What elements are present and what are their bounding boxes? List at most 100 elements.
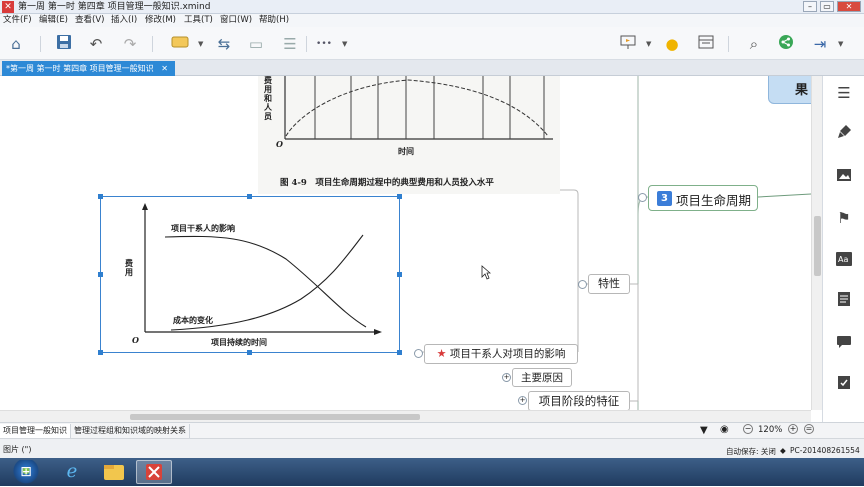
collapse-toggle[interactable] — [414, 349, 423, 358]
phase-feature-topic-node[interactable]: 项目阶段的特征 — [528, 391, 630, 410]
export-dropdown-icon[interactable]: ▼ — [838, 40, 846, 48]
zoom-out-icon[interactable]: − — [743, 424, 753, 434]
more-dropdown-icon[interactable]: ▼ — [342, 40, 350, 48]
resize-handle[interactable] — [397, 350, 402, 355]
relationship-icon[interactable]: ⇆ — [214, 34, 234, 54]
menu-view[interactable]: 查看(V) — [75, 15, 104, 26]
upper-figure-origin: O — [276, 139, 283, 149]
toolbar-separator — [152, 36, 153, 52]
resize-handle[interactable] — [98, 194, 103, 199]
menu-insert[interactable]: 插入(I) — [111, 15, 137, 26]
format-icon[interactable] — [833, 124, 855, 146]
sheet-tab-process-mapping[interactable]: 管理过程组和知识域的映射关系 — [71, 424, 190, 438]
more-icon[interactable]: ••• — [314, 34, 334, 54]
expand-toggle[interactable]: + — [502, 373, 511, 382]
resize-handle[interactable] — [247, 350, 252, 355]
document-tab[interactable]: *第一周 第一时 第四章 项目管理一般知识 ✕ — [2, 61, 175, 76]
series-label-cost: 成本的变化 — [173, 315, 213, 325]
task-icon[interactable] — [833, 374, 855, 396]
svg-text:Aa: Aa — [838, 255, 848, 264]
maximize-button[interactable]: ▭ — [820, 1, 834, 12]
resize-handle[interactable] — [397, 272, 402, 277]
save-icon[interactable] — [54, 34, 74, 54]
zoom-in-icon[interactable]: + — [788, 424, 798, 434]
font-icon[interactable]: Aa — [833, 250, 855, 272]
upper-figure-ylabel: 费用和人员 — [264, 76, 272, 121]
fit-map-icon[interactable]: = — [804, 424, 814, 434]
feature-topic-node[interactable]: 特性 — [588, 274, 630, 294]
upper-figure-xlabel: 时间 — [398, 146, 414, 156]
menu-bar: 文件(F) 编辑(E) 查看(V) 插入(I) 修改(M) 工具(T) 窗口(W… — [0, 14, 864, 27]
series-label-stakeholder: 项目干系人的影响 — [171, 223, 235, 233]
main-reason-topic-node[interactable]: 主要原因 — [512, 368, 572, 387]
home-icon[interactable]: ⌂ — [6, 34, 26, 54]
lifecycle-cost-figure-image[interactable]: 费用和人员 O 时间 图 4-9 项目生命周期过程中的典型费用和人员投入水平 — [258, 76, 560, 194]
lifecycle-topic-node[interactable]: 3 项目生命周期 — [648, 185, 758, 211]
export-icon[interactable]: ⇥ — [810, 34, 830, 54]
autosave-status[interactable]: 自动保存: 关闭 — [726, 446, 776, 457]
resize-handle[interactable] — [397, 194, 402, 199]
selected-figure-ylabel: 费用 — [125, 258, 133, 277]
filter-icon[interactable]: ▼ — [700, 425, 708, 436]
boundary-icon[interactable]: ▭ — [246, 34, 266, 54]
menu-window[interactable]: 窗口(W) — [220, 15, 252, 26]
selected-figure-xlabel: 项目持续的时间 — [211, 337, 267, 347]
summary-icon[interactable]: ☰ — [280, 34, 300, 54]
sheet-tab-general-knowledge[interactable]: 项目管理一般知识 — [0, 424, 71, 438]
xmind-taskbar-icon[interactable] — [136, 460, 172, 484]
layout-icon[interactable] — [696, 34, 716, 54]
vertical-scrollbar[interactable] — [811, 76, 822, 410]
search-icon[interactable]: ⌕ — [744, 34, 764, 54]
notes-icon[interactable] — [833, 291, 855, 313]
share-icon[interactable] — [776, 34, 796, 54]
present-dropdown-icon[interactable]: ▼ — [646, 40, 654, 48]
file-explorer-icon[interactable] — [96, 460, 132, 484]
topic-dropdown-icon[interactable]: ▼ — [198, 40, 206, 48]
toolbar-separator — [728, 36, 729, 52]
topic-icon[interactable] — [170, 34, 190, 54]
minimize-button[interactable]: – — [803, 1, 817, 12]
internet-explorer-icon[interactable]: ℯ — [54, 460, 90, 484]
status-bar: 图片 (") 自动保存: 关闭 ◆ PC-201408261554 — [0, 438, 864, 458]
horizontal-scrollbar[interactable] — [0, 410, 811, 422]
resize-handle[interactable] — [247, 194, 252, 199]
vertical-scroll-thumb[interactable] — [814, 216, 821, 276]
undo-icon[interactable]: ↶ — [86, 34, 106, 54]
menu-modify[interactable]: 修改(M) — [145, 15, 176, 26]
stakeholder-topic-node[interactable]: ★ 项目干系人对项目的影响 — [424, 344, 578, 364]
mindmap-canvas[interactable]: 费用和人员 O 时间 图 4-9 项目生命周期过程中的典型费用和人员投入水平 项… — [0, 76, 822, 410]
user-name: PC-201408261554 — [790, 446, 860, 455]
star-marker-icon: ★ — [436, 347, 447, 360]
collapse-toggle[interactable] — [638, 193, 647, 202]
title-bar: ✕ 第一周 第一时 第四章 项目管理一般知识.xmind – ▭ ✕ — [0, 0, 864, 14]
windows-taskbar: ⊞ ℯ — [0, 458, 864, 486]
comment-icon[interactable] — [833, 333, 855, 355]
marker-icon[interactable]: ⚑ — [833, 207, 855, 229]
menu-tools[interactable]: 工具(T) — [184, 15, 213, 26]
menu-help[interactable]: 帮助(H) — [259, 15, 289, 26]
toolbar-separator — [40, 36, 41, 52]
main-reason-topic-label: 主要原因 — [521, 372, 563, 384]
resize-handle[interactable] — [98, 272, 103, 277]
expand-toggle[interactable]: + — [518, 396, 527, 405]
zoom-level[interactable]: 120% — [758, 425, 782, 435]
menu-file[interactable]: 文件(F) — [3, 15, 32, 26]
eye-icon[interactable]: ◉ — [720, 424, 729, 435]
stakeholder-influence-figure-image[interactable]: 项目干系人的影响 成本的变化 费用 项目持续的时间 O — [100, 196, 400, 353]
idea-icon[interactable]: ● — [662, 34, 682, 54]
close-tab-icon[interactable]: ✕ — [161, 64, 168, 73]
menu-edit[interactable]: 编辑(E) — [39, 15, 68, 26]
horizontal-scroll-thumb[interactable] — [130, 414, 420, 420]
collapse-toggle[interactable] — [578, 280, 587, 289]
window-title: 第一周 第一时 第四章 项目管理一般知识.xmind — [18, 2, 211, 12]
xmind-app-icon[interactable]: ✕ — [2, 1, 14, 13]
outline-icon[interactable]: ☰ — [833, 82, 855, 104]
start-button[interactable]: ⊞ — [6, 460, 46, 484]
status-selection: 图片 (") — [3, 445, 32, 454]
close-window-button[interactable]: ✕ — [837, 1, 861, 12]
stakeholder-topic-label: 项目干系人对项目的影响 — [449, 348, 566, 360]
image-icon[interactable] — [833, 166, 855, 188]
present-icon[interactable] — [618, 34, 638, 54]
redo-icon[interactable]: ↷ — [120, 34, 140, 54]
resize-handle[interactable] — [98, 350, 103, 355]
